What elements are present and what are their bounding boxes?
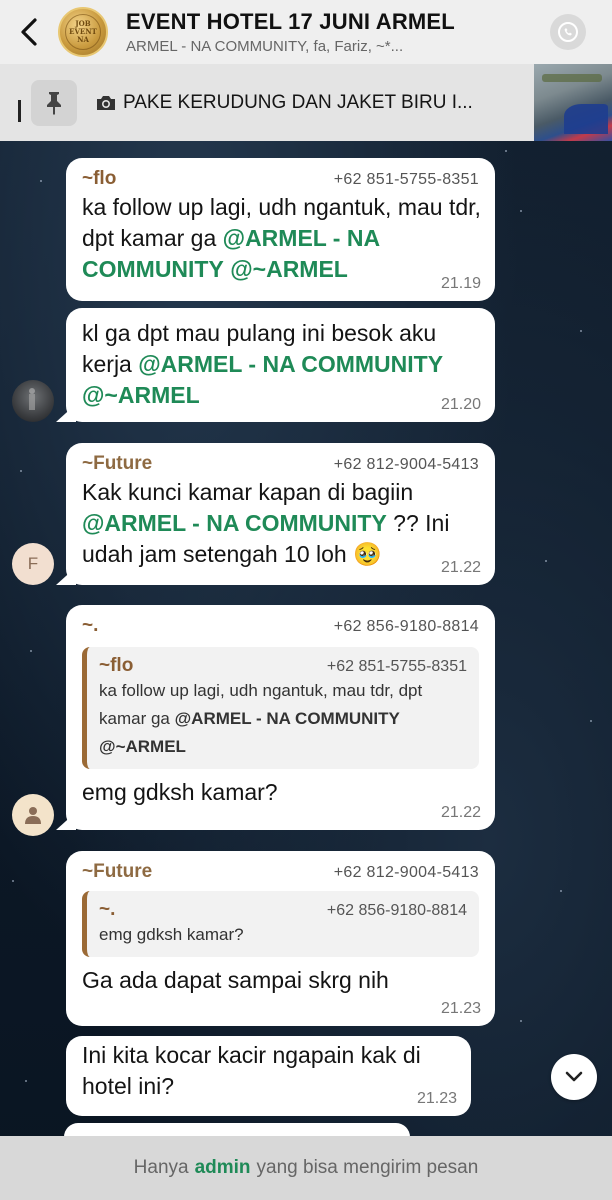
quoted-phone: +62 856-9180-8814 (326, 902, 467, 919)
pinned-indicator (18, 99, 21, 122)
group-members: ARMEL - NA COMMUNITY, fa, Fariz, ~*... (126, 38, 404, 55)
scroll-down-button[interactable] (551, 1054, 597, 1100)
pin-button[interactable] (31, 79, 77, 126)
notice-prefix: Hanya (133, 1157, 189, 1178)
message-sender[interactable]: ~Future (82, 861, 152, 883)
chat-info[interactable]: EVENT HOTEL 17 JUNI ARMEL ARMEL - NA COM… (126, 9, 550, 55)
quoted-message[interactable]: ~flo +62 851-5755-8351 ka follow up lagi… (82, 647, 479, 769)
admin-only-notice: Hanya admin yang bisa mengirim pesan (0, 1136, 612, 1200)
pinned-photo-thumbnail[interactable] (534, 64, 612, 141)
message-time: 21.22 (440, 559, 481, 576)
message-text: Ini kita kocar kacir ngapain kak di hote… (82, 1042, 421, 1099)
message-text: Ga ada dapat sampai skrg nih (82, 967, 389, 993)
message-time: 21.19 (440, 275, 481, 292)
sender-phone: +62 812-9004-5413 (333, 456, 479, 473)
pinned-message-bar[interactable]: PAKE KERUDUNG DAN JAKET BIRU I... (0, 64, 612, 141)
avatar-logo-text-bot: NA (77, 35, 89, 44)
sender-avatar[interactable] (12, 380, 54, 422)
quoted-phone: +62 851-5755-8351 (326, 658, 467, 675)
message-bubble[interactable]: Ini kita kocar kacir ngapain kak di hote… (66, 1036, 471, 1116)
mention-link[interactable]: @~ARMEL (230, 256, 348, 282)
mention-link[interactable]: @ARMEL - NA COMMUNITY (82, 510, 387, 536)
message-sender[interactable]: ~. (82, 615, 98, 637)
pin-icon (47, 91, 61, 115)
avatar-letter: F (27, 554, 39, 573)
call-button[interactable] (550, 14, 586, 50)
message-bubble[interactable]: ~Future +62 812-9004-5413 Kak kunci kama… (66, 443, 495, 585)
sender-phone: +62 851-5755-8351 (333, 171, 479, 188)
camera-icon (95, 94, 117, 112)
message-time: 21.20 (440, 396, 481, 413)
quoted-text: ka follow up lagi, udh ngantuk, mau tdr,… (99, 681, 423, 756)
message-bubble[interactable]: kl ga dpt mau pulang ini besok aku kerja… (66, 308, 495, 422)
user-photo-icon (29, 388, 35, 410)
chevron-down-icon (565, 1071, 583, 1082)
back-button[interactable] (0, 0, 58, 64)
sender-avatar[interactable]: F (12, 543, 54, 585)
call-icon (558, 22, 578, 42)
message-bubble[interactable]: ~flo +62 851-5755-8351 ka follow up lagi… (66, 158, 495, 301)
chat-header: JOB EVENT NA EVENT HOTEL 17 JUNI ARMEL A… (0, 0, 612, 64)
message-text: kl ga dpt mau pulang ini besok aku kerja… (82, 320, 444, 408)
quoted-sender: ~flo (99, 655, 134, 676)
message-time: 21.23 (416, 1090, 457, 1107)
sender-avatar[interactable] (12, 794, 54, 836)
message-sender[interactable]: ~Future (82, 453, 152, 475)
message-bubble[interactable]: ~Future +62 812-9004-5413 ~. +62 856-918… (66, 851, 495, 1026)
user-icon (25, 807, 41, 824)
message-sender[interactable]: ~flo (82, 168, 116, 190)
message-text: ka follow up lagi, udh ngantuk, mau tdr,… (82, 194, 481, 282)
sender-phone: +62 812-9004-5413 (333, 864, 479, 881)
admin-link[interactable]: admin (195, 1157, 251, 1179)
quoted-sender: ~. (99, 899, 116, 920)
sender-phone: +62 856-9180-8814 (333, 618, 479, 635)
chevron-left-icon (21, 18, 37, 46)
message-time: 21.22 (440, 804, 481, 821)
quoted-message[interactable]: ~. +62 856-9180-8814 emg gdksh kamar? (82, 891, 479, 957)
message-bubble[interactable]: ~. +62 856-9180-8814 ~flo +62 851-5755-8… (66, 605, 495, 830)
group-avatar[interactable]: JOB EVENT NA (58, 7, 108, 57)
message-text: emg gdksh kamar? (82, 779, 278, 805)
mention-link[interactable]: @~ARMEL (82, 382, 200, 408)
notice-suffix: yang bisa mengirim pesan (256, 1157, 479, 1178)
message-text: Kak kunci kamar kapan di bagiin @ARMEL -… (82, 479, 450, 567)
pinned-message-text: PAKE KERUDUNG DAN JAKET BIRU I... (123, 91, 473, 113)
group-title: EVENT HOTEL 17 JUNI ARMEL (126, 9, 455, 34)
quoted-text: emg gdksh kamar? (99, 925, 244, 944)
message-time: 21.23 (440, 1000, 481, 1017)
mention-link[interactable]: @ARMEL - NA COMMUNITY (138, 351, 443, 377)
